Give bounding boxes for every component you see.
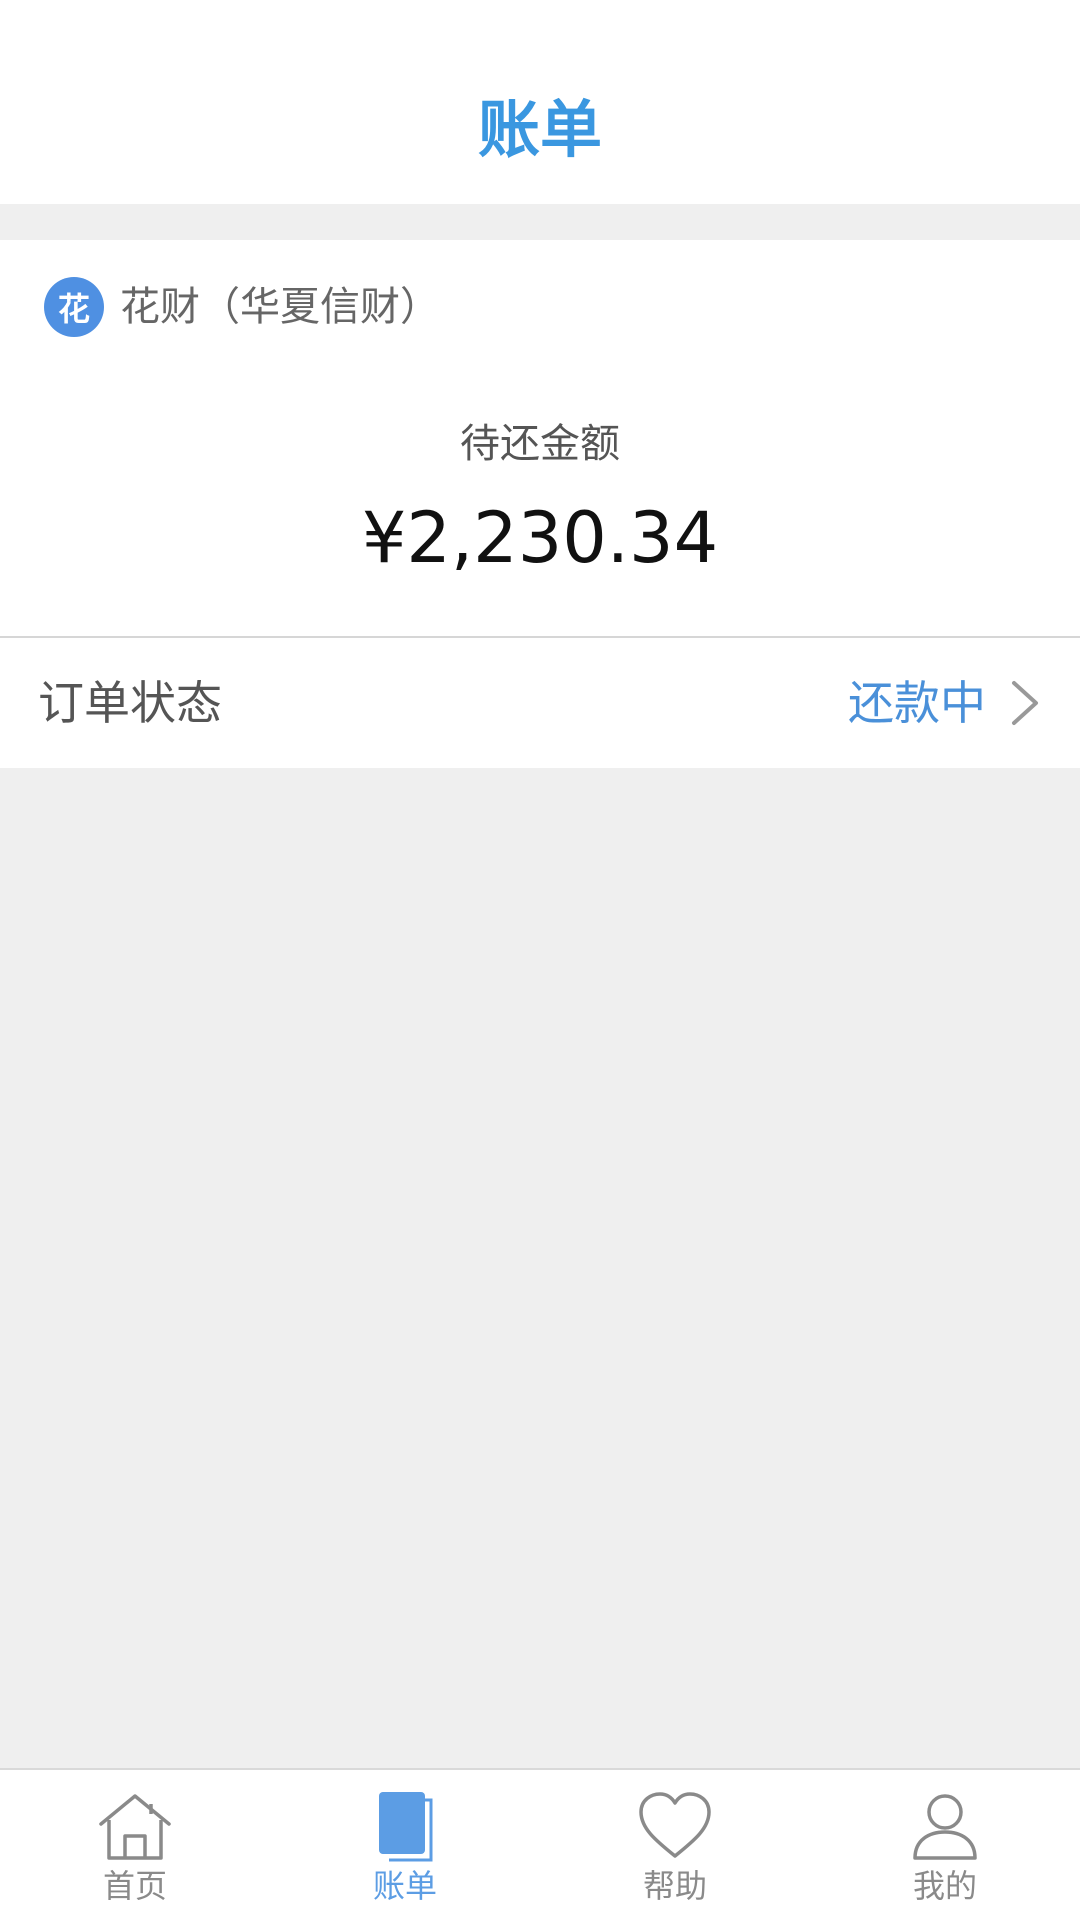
order-status-label: 订单状态 [38, 676, 222, 730]
tab-help-label: 帮助 [642, 1867, 707, 1905]
bill-icon [379, 1792, 433, 1862]
amount-due-label: 待还金额 [460, 421, 620, 467]
home-icon [99, 1794, 171, 1860]
bill-summary-card: 花 花财（华夏信财） 待还金额 ¥2,230.34 [0, 240, 1080, 638]
tab-bill[interactable]: 账单 [270, 1770, 540, 1922]
app-header: 账单 [0, 0, 1080, 204]
user-icon [913, 1794, 977, 1860]
tab-mine-label: 我的 [912, 1867, 977, 1905]
chevron-right-icon [1012, 681, 1038, 725]
bottom-tab-bar: 首页 账单 帮助 我的 [0, 1768, 1080, 1922]
tab-mine[interactable]: 我的 [810, 1770, 1080, 1922]
tab-help[interactable]: 帮助 [540, 1770, 810, 1922]
order-status-right: 还款中 [848, 638, 1042, 768]
page-title: 账单 [477, 93, 602, 166]
product-logo-icon: 花 [44, 277, 104, 337]
order-status-row[interactable]: 订单状态 还款中 [0, 638, 1080, 768]
amount-due-value: ¥2,230.34 [361, 497, 719, 579]
tab-bill-label: 账单 [372, 1867, 437, 1905]
product-name: 花财（华夏信财） [120, 284, 440, 330]
heart-icon [639, 1792, 711, 1858]
tab-home[interactable]: 首页 [0, 1770, 270, 1922]
tab-home-label: 首页 [102, 1867, 167, 1905]
order-status-value: 还款中 [848, 676, 986, 730]
product-row: 花 花财（华夏信财） [44, 276, 440, 338]
